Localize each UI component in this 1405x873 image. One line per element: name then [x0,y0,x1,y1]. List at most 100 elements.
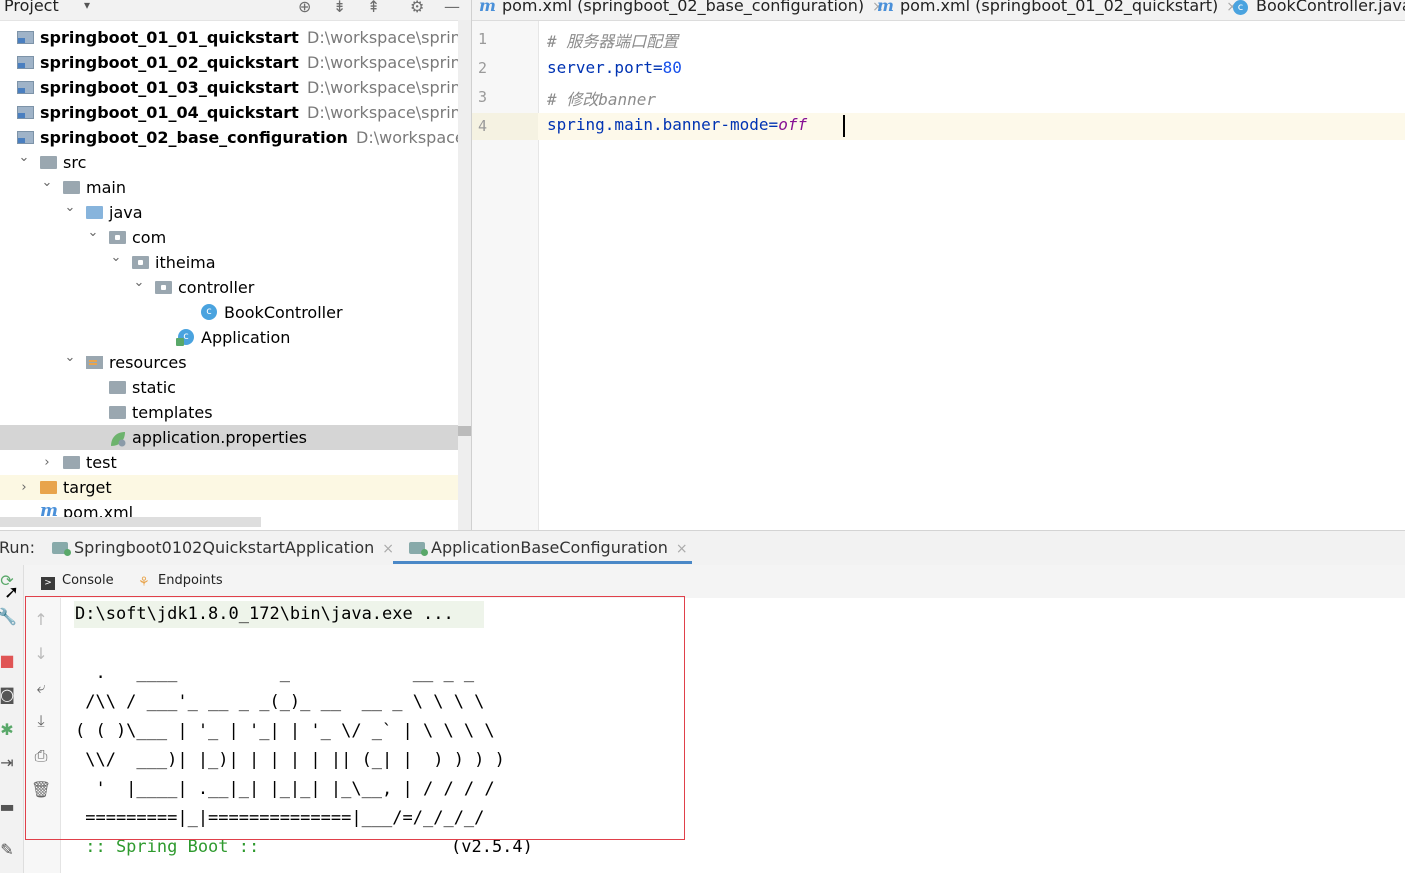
maven-icon: m [877,0,894,15]
tree-item[interactable]: ⌄ resources [0,350,458,375]
editor-tab-bookcontroller[interactable]: c BookController.java [1233,0,1405,15]
camera-icon[interactable]: ◙ [0,685,17,704]
code-line-2[interactable]: server.port=80 [547,58,682,77]
tab-label: pom.xml (springboot_02_base_configuratio… [501,0,865,15]
text-caret [843,115,845,137]
collapse-all-icon[interactable]: ⇞ [367,0,380,16]
debug-icon[interactable]: ✱ [0,720,17,739]
chevron-down-icon[interactable]: ⌄ [109,245,123,270]
property-value: 80 [662,58,682,77]
tree-item-label: src [63,153,87,172]
tree-scrollbar-thumb[interactable] [458,426,471,436]
property-key: server.port= [547,58,663,77]
run-label: Run: [0,538,36,557]
package-icon [155,281,172,294]
line-number: 3 [478,88,488,106]
locate-icon[interactable]: ⊕ [298,0,311,16]
tree-item-label: Application [201,328,291,347]
expand-all-icon[interactable]: ⇟ [333,0,346,16]
tree-item[interactable]: springboot_01_03_quickstart D:\workspace\… [0,75,458,100]
folder-icon [63,456,80,469]
chevron-down-icon[interactable]: ⌄ [17,145,31,170]
tree-scrollbar[interactable] [458,20,471,530]
tree-item-label: springboot_01_01_quickstart [40,28,299,47]
module-icon [17,56,34,69]
project-panel-title[interactable]: Project [4,0,59,15]
close-icon[interactable]: × [382,541,394,557]
spring-run-icon [409,542,428,556]
tree-item-label: springboot_01_04_quickstart [40,103,299,122]
editor-tab-bar: m pom.xml (springboot_02_base_configurati… [472,0,1405,21]
stop-icon[interactable]: ■ [0,651,17,670]
editor-tab-pom-quickstart[interactable]: mpom.xml (springboot_01_02_quickstart)× [877,0,1238,15]
tree-item-path: D:\workspace\springboo [307,78,458,97]
tree-item[interactable]: application.properties [0,425,458,450]
class-icon: c [201,304,217,320]
tree-item[interactable]: ⌄ src [0,150,458,175]
layout-icon[interactable]: ▬ [0,797,17,816]
tree-item-label: controller [178,278,255,297]
tree-item[interactable]: ⌄ java [0,200,458,225]
exit-icon[interactable]: ⇥ [0,753,17,772]
folder-icon [40,156,57,169]
tree-item-label: springboot_01_02_quickstart [40,53,299,72]
tree-item[interactable]: c BookController [0,300,458,325]
tree-item[interactable]: springboot_01_02_quickstart D:\workspace\… [0,50,458,75]
tree-item-path: D:\workspace\springboo [307,28,458,47]
tree-item-label: test [86,453,117,472]
run-tab-quickstart[interactable]: Springboot0102QuickstartApplication × [52,538,394,557]
run-subtab-bar [24,565,1405,599]
code-line-4[interactable]: spring.main.banner-mode=off [547,115,807,134]
hide-icon[interactable]: — [444,0,460,16]
tab-endpoints[interactable]: ⚘ Endpoints [138,573,223,589]
editor-tab-pom-base[interactable]: m pom.xml (springboot_02_base_configurati… [479,0,884,15]
run-tab-label: Springboot0102QuickstartApplication [74,538,375,557]
code-line-1[interactable]: # 服务器端口配置 [547,28,678,52]
wrench-icon[interactable]: 🔧 [0,607,17,626]
gear-icon[interactable]: ⚙ [410,0,424,16]
active-tab-indicator [393,561,692,564]
source-folder-icon [86,206,103,219]
maven-icon: m [479,0,496,15]
tree-item[interactable]: static [0,375,458,400]
tree-item[interactable]: ⌄ controller [0,275,458,300]
tree-item[interactable]: ⌄ com [0,225,458,250]
chevron-down-icon[interactable]: ⌄ [63,195,77,220]
chevron-right-icon[interactable]: › [40,450,54,475]
tab-console-label: Console [62,573,114,588]
tree-item[interactable]: springboot_02_base_configuration D:\works… [0,125,458,150]
tree-item[interactable]: springboot_01_04_quickstart D:\workspace\… [0,100,458,125]
code-line-3[interactable]: # 修改banner [547,86,656,110]
line-number: 1 [478,30,488,48]
tree-item-label: java [109,203,143,222]
chevron-down-icon[interactable]: ⌄ [63,345,77,370]
property-value: off [778,115,808,134]
chevron-down-icon[interactable]: ⌄ [132,270,146,295]
endpoints-icon: ⚘ [138,575,150,590]
pin-icon[interactable]: ✎ [0,840,17,859]
run-tab-label: ApplicationBaseConfiguration [431,538,668,557]
package-icon [109,231,126,244]
chevron-down-icon[interactable]: ▾ [84,0,90,12]
tree-item[interactable]: › test [0,450,458,475]
tab-label: BookController.java [1256,0,1405,15]
close-icon[interactable]: × [676,541,688,557]
chevron-down-icon[interactable]: ⌄ [40,170,54,195]
console-icon: > [41,577,55,590]
spring-run-icon [52,542,71,556]
folder-icon [109,381,126,394]
tree-item[interactable]: templates [0,400,458,425]
tree-horizontal-scrollbar[interactable] [0,517,261,527]
tree-item[interactable]: springboot_01_01_quickstart D:\workspace\… [0,25,458,50]
chevron-down-icon[interactable]: ⌄ [86,220,100,245]
run-tab-base-configuration[interactable]: ApplicationBaseConfiguration × [409,538,688,557]
tab-console[interactable]: > Console [41,573,114,590]
run-left-toolbar: ⟳ 🔧 ■ ◙ ✱ ⇥ ▬ ✎ [0,565,24,873]
chevron-right-icon[interactable]: › [17,475,31,500]
property-key: spring.main.banner-mode= [547,115,779,134]
tree-item-label: target [63,478,112,497]
annotation-highlight-box [25,596,685,840]
module-icon [17,131,34,144]
tree-item[interactable]: ⌄ itheima [0,250,458,275]
tree-item[interactable]: › target [0,475,458,500]
